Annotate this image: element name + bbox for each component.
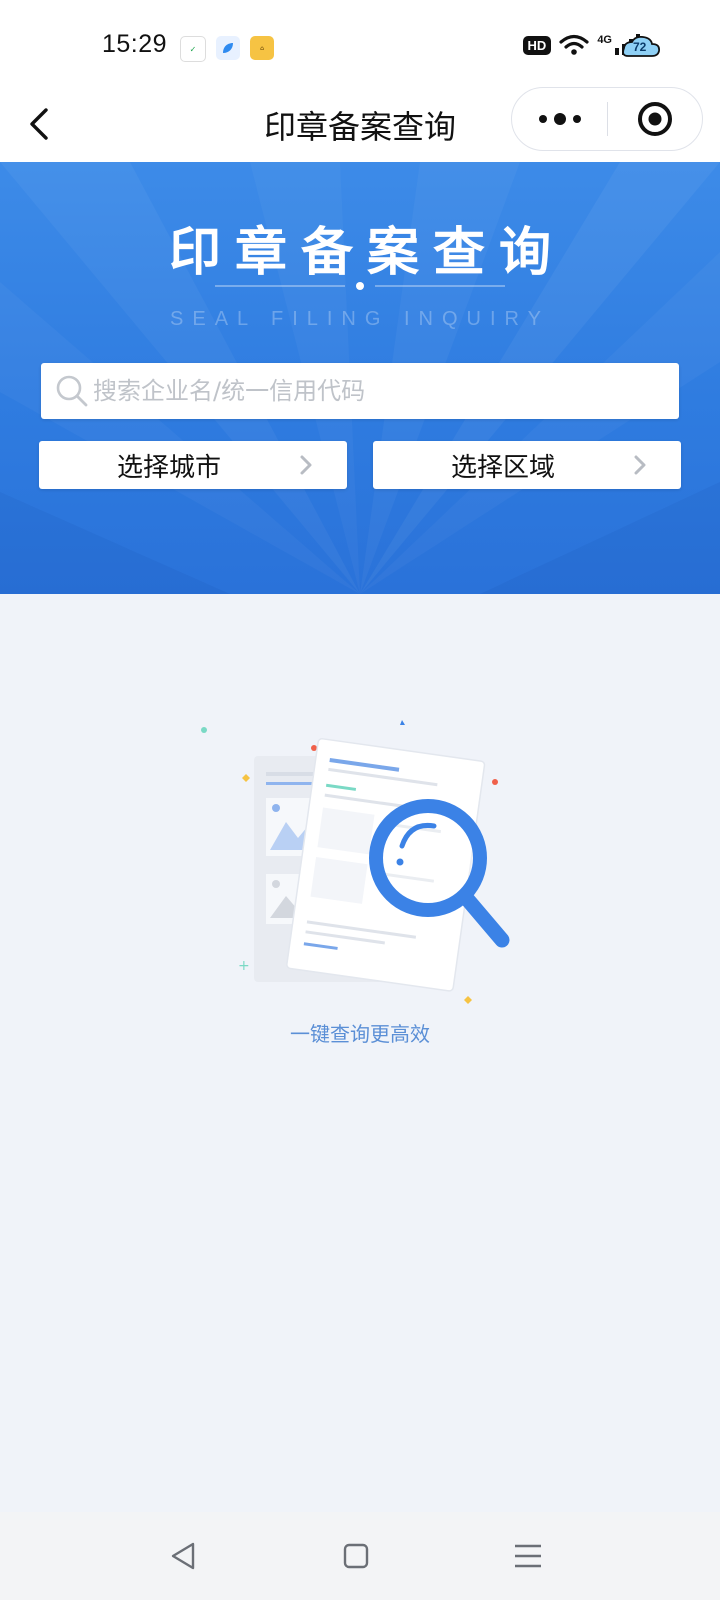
search-banner: 印章备案查询 SEAL FILING INQUIRY 选择城市 选择区域 (0, 162, 720, 594)
system-navigation-bar (0, 1512, 720, 1600)
search-icon (56, 375, 88, 407)
navigation-bar: 印章备案查询 (0, 86, 720, 162)
store-app-icon: ⌂ (250, 36, 274, 60)
select-area-label: 选择区域 (450, 453, 555, 483)
status-bar: 15:29 ✓ ⌂ HD 4G 72 (0, 0, 720, 86)
wifi-icon (559, 34, 589, 55)
notification-app-icon: ✓ (180, 36, 206, 62)
target-close-icon (638, 102, 672, 136)
battery-level: 72 (633, 40, 647, 54)
select-area-button[interactable]: 选择区域 (373, 441, 681, 489)
system-back-icon[interactable] (166, 1538, 202, 1574)
system-menu-icon[interactable] (510, 1538, 546, 1574)
chevron-right-icon (634, 455, 646, 475)
empty-state-text: 一键查询更高效 (290, 1022, 430, 1046)
more-dots-icon (538, 113, 581, 125)
status-time: 15:29 (102, 30, 168, 58)
select-city-button[interactable]: 选择城市 (39, 441, 347, 489)
close-mini-program-button[interactable] (608, 88, 702, 150)
empty-state-illustration: + (201, 720, 510, 1004)
battery-icon: 72 (622, 35, 662, 58)
status-app-icons: ✓ ⌂ (180, 36, 274, 62)
hd-badge: HD (522, 35, 552, 55)
mini-program-capsule (511, 87, 703, 151)
browser-app-icon (216, 36, 240, 60)
banner-subtitle: SEAL FILING INQUIRY (170, 308, 550, 330)
search-box[interactable] (41, 363, 679, 419)
select-city-label: 选择城市 (116, 453, 221, 483)
network-type-label: 4G (597, 34, 612, 46)
title-divider-ornament (215, 282, 505, 290)
more-button[interactable] (512, 88, 607, 150)
system-home-icon[interactable] (338, 1538, 374, 1574)
chevron-right-icon (300, 455, 312, 475)
search-input[interactable] (93, 363, 663, 419)
banner-title: 印章备案查询 (168, 223, 565, 283)
svg-text:+: + (238, 958, 250, 974)
